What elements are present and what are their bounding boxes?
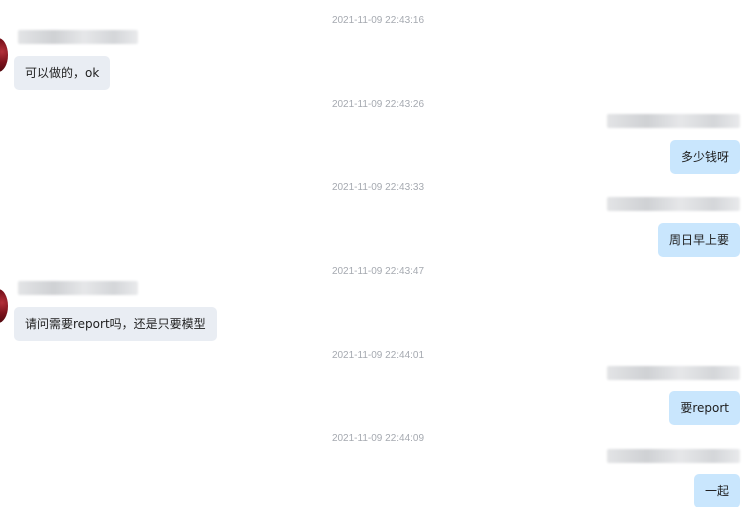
sender-name-redacted: [607, 449, 740, 463]
message-timestamp: 2021-11-09 22:43:16: [331, 15, 425, 26]
outgoing-message-bubble[interactable]: 周日早上要: [657, 223, 740, 257]
message-timestamp: 2021-11-09 22:44:01: [331, 350, 425, 361]
incoming-message-bubble[interactable]: 可以做的，ok: [14, 56, 111, 90]
sender-name-redacted: [607, 114, 740, 128]
message-timestamp: 2021-11-09 22:43:33: [331, 182, 425, 193]
chat-area: 2021-11-09 22:43:16 可以做的，ok 2021-11-09 2…: [0, 0, 748, 507]
incoming-message-bubble[interactable]: 请问需要report吗，还是只要模型: [14, 307, 217, 341]
message-timestamp: 2021-11-09 22:43:26: [331, 99, 425, 110]
sender-name-redacted: [607, 366, 740, 380]
sender-name-redacted: [607, 197, 740, 211]
contact-avatar[interactable]: [0, 289, 8, 323]
outgoing-message-bubble[interactable]: 要report: [669, 391, 740, 425]
contact-avatar[interactable]: [0, 38, 8, 72]
message-timestamp: 2021-11-09 22:43:47: [331, 266, 425, 277]
sender-name-redacted: [18, 30, 138, 44]
outgoing-message-bubble[interactable]: 多少钱呀: [669, 140, 740, 174]
sender-name-redacted: [18, 281, 138, 295]
message-timestamp: 2021-11-09 22:44:09: [331, 433, 425, 444]
outgoing-message-bubble[interactable]: 一起: [693, 474, 740, 507]
